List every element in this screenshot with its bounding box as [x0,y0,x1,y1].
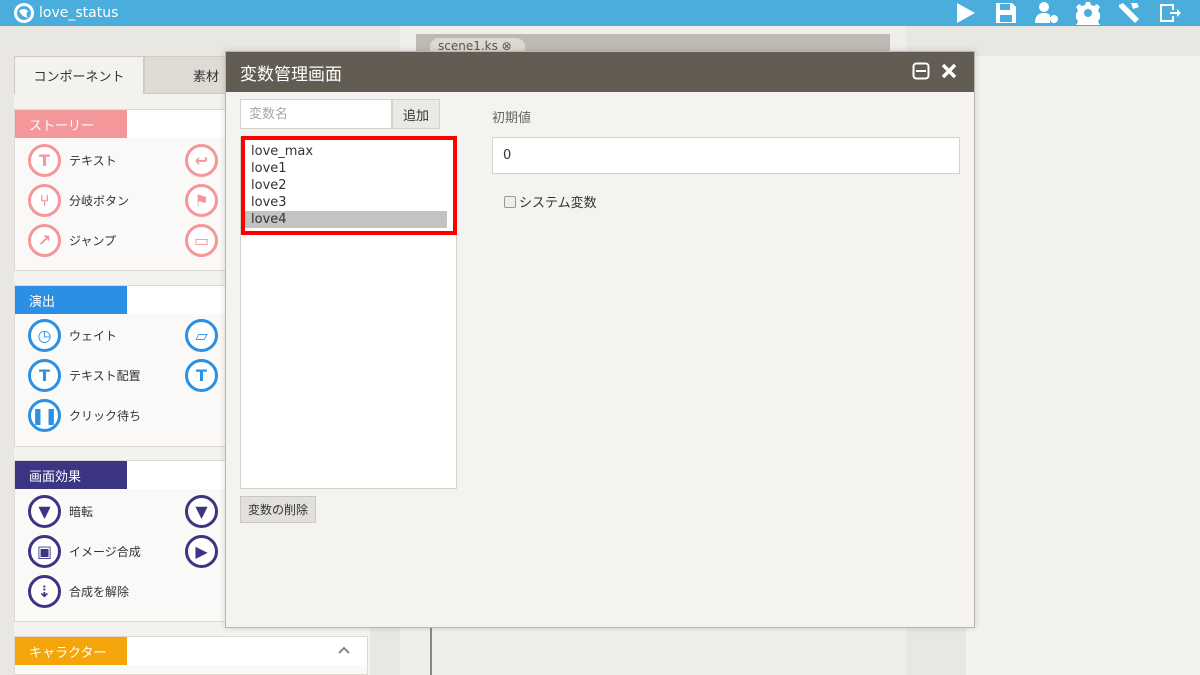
checkbox-icon[interactable] [504,195,516,208]
component-label: 合成を解除 [69,585,130,599]
image-icon: ▣ [28,535,61,568]
flag-icon: ⚑ [185,184,218,217]
window-icon: ▭ [185,224,218,257]
add-variable-button[interactable]: 追加 [392,99,440,129]
pause-icon: ❚❚ [28,399,61,432]
component-jump[interactable]: ↗ ジャンプ [28,224,116,257]
variable-manager-dialog: 変数管理画面 追加 love_max love1 love2 love3 lov… [225,51,975,628]
chevron-up-icon[interactable] [337,643,351,657]
delete-variable-button[interactable]: 変数の削除 [240,496,316,523]
category-label[interactable]: 演出 [15,286,127,314]
variable-item-selected[interactable]: love4 [241,211,447,228]
component-label: テキスト配置 [69,369,141,383]
variable-item[interactable]: love3 [241,194,447,211]
component-wait[interactable]: ◷ ウェイト [28,319,117,352]
text-t-icon: T [28,144,61,177]
category-label[interactable]: ストーリー [15,110,127,138]
component-branch-button[interactable]: ⑂ 分岐ボタン [28,184,129,217]
component-partial[interactable]: ▱ [185,319,226,352]
gear-icon[interactable] [1067,0,1108,26]
play-icon[interactable] [944,0,985,26]
component-partial[interactable]: ⚑ [185,184,226,217]
component-label: 暗転 [69,505,94,519]
component-image-composite[interactable]: ▣ イメージ合成 [28,535,141,568]
dialog-title: 変数管理画面 [240,64,342,85]
tab-components[interactable]: コンポーネント [14,56,144,94]
minimize-icon[interactable] [912,62,930,80]
fade-icon: ▼ [28,495,61,528]
text-position-icon: T [185,359,218,392]
jump-icon: ↗ [28,224,61,257]
component-text[interactable]: T テキスト [28,144,117,177]
right-panel [966,56,1200,675]
save-icon[interactable] [985,0,1026,26]
editor-divider [430,628,432,675]
top-bar: love_status [0,0,1200,26]
component-partial[interactable]: ▭ [185,224,226,257]
component-label: ウェイト [69,329,118,343]
variable-list[interactable]: love_max love1 love2 love3 love4 [240,137,457,489]
text-position-icon: T [28,359,61,392]
release-icon: ⇣ [28,575,61,608]
system-variable-label: システム変数 [519,196,597,211]
app-title: love_status [39,5,119,21]
user-settings-icon[interactable] [1026,0,1067,26]
dialog-header: 変数管理画面 [226,52,974,92]
component-label: イメージ合成 [69,545,141,559]
component-label: ジャンプ [69,234,117,248]
component-label: 分岐ボタン [69,194,130,208]
initial-value-label: 初期値 [492,111,532,126]
variable-item[interactable]: love_max [241,143,447,160]
category-label[interactable]: 画面効果 [15,461,127,489]
movie-icon: ▶ [185,535,218,568]
component-label: テキスト [69,154,117,168]
component-text-position[interactable]: T テキスト配置 [28,359,141,392]
app-logo-icon [14,3,34,23]
variable-name-input[interactable] [240,99,392,129]
tools-icon[interactable] [1108,0,1149,26]
component-partial[interactable]: ▼ [185,495,226,528]
return-icon: ↩ [185,144,218,177]
shake-icon: ▱ [185,319,218,352]
component-partial[interactable]: ↩ [185,144,226,177]
component-click-wait[interactable]: ❚❚ クリック待ち [28,399,141,432]
component-partial[interactable]: ▶ [185,535,226,568]
component-partial[interactable]: T [185,359,226,392]
category-label[interactable]: キャラクター [15,637,127,665]
category-character: キャラクター [14,636,368,675]
component-release-composite[interactable]: ⇣ 合成を解除 [28,575,129,608]
variable-item[interactable]: love1 [241,160,447,177]
variable-item[interactable]: love2 [241,177,447,194]
system-variable-checkbox[interactable]: システム変数 [504,192,597,211]
clock-icon: ◷ [28,319,61,352]
close-icon[interactable] [940,62,958,80]
initial-value-input[interactable] [492,137,960,174]
component-fade[interactable]: ▼ 暗転 [28,495,93,528]
fade-icon: ▼ [185,495,218,528]
branch-icon: ⑂ [28,184,61,217]
component-label: クリック待ち [69,409,142,423]
exit-icon[interactable] [1149,0,1190,26]
